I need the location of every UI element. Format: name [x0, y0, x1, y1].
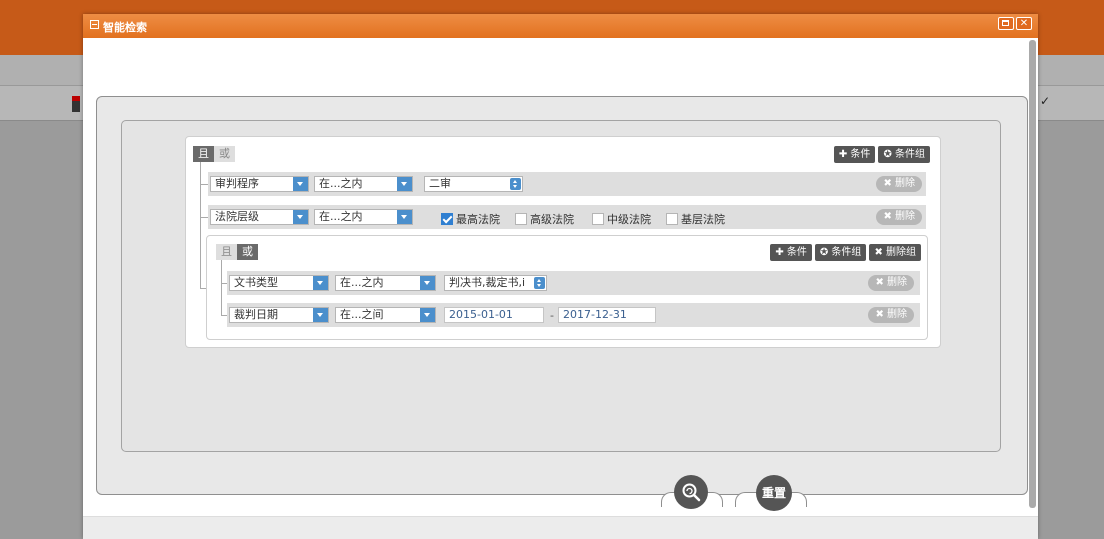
field-select[interactable]: 法院层级: [210, 209, 309, 225]
checkbox-label: 高级法院: [530, 213, 574, 226]
maximize-icon[interactable]: [998, 17, 1014, 30]
group-actions: ✚ 条件 ✪ 条件组 ✖ 删除组: [770, 244, 921, 261]
tree-branch: [200, 217, 208, 218]
up-down-icon: [510, 178, 521, 190]
checkmark-icon: ✓: [1039, 94, 1050, 108]
add-condition-group-button[interactable]: ✪ 条件组: [814, 244, 867, 261]
search-button[interactable]: [674, 475, 708, 509]
court-checkbox-basic[interactable]: 基层法院: [666, 211, 725, 227]
court-checkbox-supreme[interactable]: 最高法院: [441, 211, 500, 227]
search-icon: [682, 483, 701, 502]
tree-line: [221, 260, 222, 315]
and-toggle[interactable]: 且: [216, 244, 237, 260]
and-or-toggle: 且 或: [216, 244, 258, 260]
chevron-down-icon: [313, 276, 328, 290]
date-to-input[interactable]: 2017-12-31: [558, 307, 656, 323]
field-select-value: 法院层级: [215, 210, 259, 223]
operator-select[interactable]: 在...之内: [314, 176, 413, 192]
reset-button[interactable]: 重置: [756, 475, 792, 511]
checkbox-label: 最高法院: [456, 213, 500, 226]
dialog-icon: [90, 20, 99, 29]
field-select-value: 文书类型: [234, 276, 278, 289]
add-condition-button[interactable]: ✚ 条件: [770, 244, 812, 261]
value-select[interactable]: 二审: [424, 176, 523, 192]
delete-condition-button[interactable]: ✖ 删除: [868, 307, 914, 323]
condition-area: 且 或 ✚ 条件 ✪ 条件组 审判程序 在...之内 二审 ✖ 删除 法院层级 …: [121, 120, 1001, 452]
value-select[interactable]: 判决书,裁定书,i: [444, 275, 547, 291]
search-panel: 且 或 ✚ 条件 ✪ 条件组 审判程序 在...之内 二审 ✖ 删除 法院层级 …: [96, 96, 1028, 495]
tree-branch: [200, 184, 208, 185]
chevron-down-icon: [397, 177, 412, 191]
chevron-down-icon: [293, 177, 308, 191]
field-select[interactable]: 文书类型: [229, 275, 329, 291]
field-select-value: 审判程序: [215, 177, 259, 190]
delete-condition-button[interactable]: ✖ 删除: [876, 176, 922, 192]
and-toggle[interactable]: 且: [193, 146, 214, 162]
delete-condition-button[interactable]: ✖ 删除: [868, 275, 914, 291]
value-select-value: 二审: [429, 177, 451, 190]
condition-row: 法院层级 在...之内 最高法院 高级法院 中级法院 基层法院 ✖ 删除: [208, 205, 926, 229]
add-condition-group-button[interactable]: ✪ 条件组: [878, 146, 930, 163]
and-or-toggle: 且 或: [193, 146, 235, 162]
condition-row: 文书类型 在...之内 判决书,裁定书,i ✖ 删除: [227, 271, 920, 295]
operator-select[interactable]: 在...之内: [314, 209, 413, 225]
delete-group-button[interactable]: ✖ 删除组: [869, 244, 921, 261]
chevron-down-icon: [397, 210, 412, 224]
condition-row: 裁判日期 在...之间 2015-01-01 - 2017-12-31 ✖ 删除: [227, 303, 920, 327]
chevron-down-icon: [293, 210, 308, 224]
chevron-down-icon: [313, 308, 328, 322]
app-logo-icon: [72, 96, 80, 112]
close-icon[interactable]: ✕: [1016, 17, 1032, 30]
checkbox[interactable]: [666, 213, 678, 225]
operator-select-value: 在...之内: [319, 210, 363, 223]
checkbox-label: 中级法院: [607, 213, 651, 226]
operator-select-value: 在...之间: [340, 308, 384, 321]
or-toggle[interactable]: 或: [237, 244, 258, 260]
delete-condition-button[interactable]: ✖ 删除: [876, 209, 922, 225]
checkbox-checked[interactable]: [441, 213, 453, 225]
operator-select[interactable]: 在...之内: [335, 275, 436, 291]
checkbox-label: 基层法院: [681, 213, 725, 226]
or-toggle[interactable]: 或: [214, 146, 235, 162]
nested-condition-group: 且 或 ✚ 条件 ✪ 条件组 ✖ 删除组 文书类型 在...之内 判决书,裁定书…: [206, 235, 928, 340]
court-checkbox-high[interactable]: 高级法院: [515, 211, 574, 227]
value-select-value: 判决书,裁定书,i: [449, 276, 526, 289]
up-down-icon: [534, 277, 545, 289]
condition-row: 审判程序 在...之内 二审 ✖ 删除: [208, 172, 926, 196]
condition-group: 且 或 ✚ 条件 ✪ 条件组 审判程序 在...之内 二审 ✖ 删除 法院层级 …: [185, 136, 941, 348]
tree-line: [200, 162, 201, 288]
smart-search-dialog: 智能检索 ✕ 且 或 ✚ 条件 ✪ 条件组 审判程序 在...之内 二审 ✖ 删…: [83, 14, 1038, 539]
dialog-title-bar[interactable]: 智能检索 ✕: [83, 14, 1038, 38]
date-from-input[interactable]: 2015-01-01: [444, 307, 544, 323]
date-range-separator: -: [550, 309, 554, 322]
field-select[interactable]: 审判程序: [210, 176, 309, 192]
dialog-title: 智能检索: [103, 21, 147, 34]
field-select-value: 裁判日期: [234, 308, 278, 321]
checkbox[interactable]: [515, 213, 527, 225]
chevron-down-icon: [420, 276, 435, 290]
operator-select-value: 在...之内: [319, 177, 363, 190]
field-select[interactable]: 裁判日期: [229, 307, 329, 323]
dialog-footer: [83, 516, 1038, 539]
scrollbar[interactable]: [1029, 40, 1036, 508]
court-checkbox-intermediate[interactable]: 中级法院: [592, 211, 651, 227]
operator-select-value: 在...之内: [340, 276, 384, 289]
operator-select[interactable]: 在...之间: [335, 307, 436, 323]
group-actions: ✚ 条件 ✪ 条件组: [833, 146, 930, 163]
chevron-down-icon: [420, 308, 435, 322]
add-condition-button[interactable]: ✚ 条件: [833, 146, 876, 163]
checkbox[interactable]: [592, 213, 604, 225]
